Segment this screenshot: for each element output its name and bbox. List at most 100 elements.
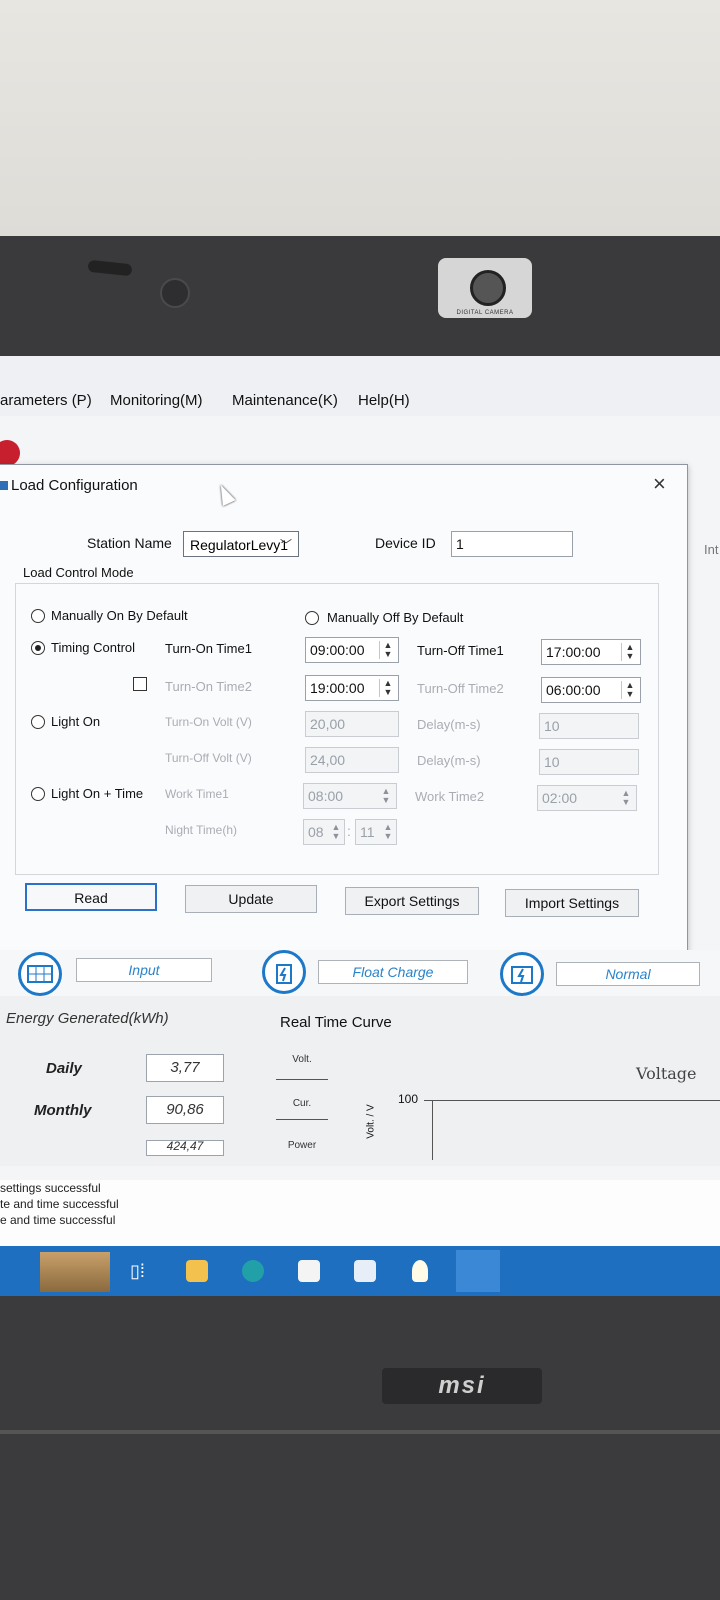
widgets-weather-icon[interactable] <box>40 1252 110 1292</box>
store-icon[interactable] <box>298 1260 320 1282</box>
yearly-value: 424,47 <box>146 1140 224 1156</box>
spin-updown-icon[interactable]: ▲ ▼ <box>621 681 638 699</box>
export-settings-button[interactable]: Export Settings <box>345 887 479 915</box>
spin-updown-icon[interactable]: ▲ ▼ <box>330 823 342 841</box>
daily-value: 3,77 <box>146 1054 224 1082</box>
time2-checkbox[interactable] <box>133 677 147 691</box>
work-time1-input[interactable]: 08:00 ▲ ▼ <box>303 783 397 809</box>
import-settings-button[interactable]: Import Settings <box>505 889 639 917</box>
menu-help[interactable]: Help(H) <box>358 392 410 409</box>
volt-tab[interactable]: Volt. <box>276 1054 328 1080</box>
update-button[interactable]: Update <box>185 885 317 913</box>
spin-updown-icon[interactable]: ▲ ▼ <box>621 643 638 661</box>
voltage-legend: Voltage <box>636 1064 697 1083</box>
dialog-app-icon <box>0 481 8 490</box>
night-time-separator: : <box>347 823 351 839</box>
turn-on-time2-value: 19:00:00 <box>310 680 365 696</box>
solar-panel-icon <box>18 952 62 996</box>
task-view-icon[interactable]: ▯⁞ <box>130 1260 152 1282</box>
work-time2-value: 02:00 <box>542 790 578 806</box>
energy-panel: Energy Generated(kWh) Daily 3,77 Monthly… <box>0 996 720 1166</box>
camera-label: DIGITAL CAMERA <box>456 310 514 316</box>
manual-on-label: Manually On By Default <box>51 608 188 623</box>
tips-lightbulb-icon[interactable] <box>412 1260 428 1282</box>
digital-camera: DIGITAL CAMERA <box>438 258 532 318</box>
log-panel: settings successful te and time successf… <box>0 1180 720 1250</box>
log-line: e and time successful <box>0 1213 116 1227</box>
y-tick-100: 100 <box>398 1092 419 1106</box>
delay2-input[interactable]: 10 <box>539 749 639 775</box>
work-time2-input[interactable]: 02:00 ▲ ▼ <box>537 785 637 811</box>
turn-off-time2-input[interactable]: 06:00:00 ▲ ▼ <box>541 677 641 703</box>
turn-off-volt-input[interactable]: 24,00 <box>305 747 399 773</box>
turn-on-time1-value: 09:00:00 <box>310 642 365 658</box>
timing-control-radio[interactable] <box>31 641 45 655</box>
night-minutes-input[interactable]: 11 ▲ ▼ <box>355 819 397 845</box>
edge-browser-icon[interactable] <box>242 1260 264 1282</box>
light-on-label: Light On <box>51 714 101 729</box>
turn-on-time2-input[interactable]: 19:00:00 ▲ ▼ <box>305 675 399 701</box>
chevron-down-icon: ﹀ <box>279 538 292 552</box>
turn-off-time1-value: 17:00:00 <box>546 644 601 660</box>
spin-updown-icon[interactable]: ▲ ▼ <box>382 823 394 841</box>
device-id-label: Device ID <box>375 535 436 551</box>
spin-updown-icon[interactable]: ▲ ▼ <box>618 789 634 807</box>
spin-updown-icon[interactable]: ▲ ▼ <box>379 641 396 659</box>
night-time-label: Night Time(h) <box>165 823 238 837</box>
input-status-box: Input <box>76 958 212 982</box>
turn-on-volt-label: Turn-On Volt (V) <box>165 715 252 729</box>
close-icon[interactable]: × <box>653 471 666 497</box>
manual-off-radio[interactable] <box>305 611 319 625</box>
microphone-hole <box>160 278 190 308</box>
laptop-bottom-bezel <box>0 1296 720 1600</box>
current-tab[interactable]: Cur. <box>276 1098 328 1120</box>
charge-controller-icon <box>262 950 306 994</box>
delay2-label: Delay(m-s) <box>417 753 481 768</box>
station-name-select[interactable]: RegulatorLevy1 ﹀ <box>183 531 299 557</box>
menu-monitoring[interactable]: Monitoring(M) <box>110 392 203 409</box>
turn-off-time1-input[interactable]: 17:00:00 ▲ ▼ <box>541 639 641 665</box>
background-label-peek: Int <box>704 542 719 557</box>
light-on-radio[interactable] <box>31 715 45 729</box>
delay1-label: Delay(m-s) <box>417 717 481 732</box>
work-time1-value: 08:00 <box>308 788 344 804</box>
light-on-time-label: Light On + Time <box>51 786 144 801</box>
light-on-time-radio[interactable] <box>31 787 45 801</box>
turn-on-volt-input[interactable]: 20,00 <box>305 711 399 737</box>
menu-maintenance[interactable]: Maintenance(K) <box>232 392 338 409</box>
file-explorer-icon[interactable] <box>186 1260 208 1282</box>
work-time2-label: Work Time2 <box>415 789 485 804</box>
read-button[interactable]: Read <box>25 883 157 911</box>
spin-updown-icon[interactable]: ▲ ▼ <box>379 679 396 697</box>
night-hours-input[interactable]: 08 ▲ ▼ <box>303 819 345 845</box>
delay1-input[interactable]: 10 <box>539 713 639 739</box>
wall-background <box>0 0 720 240</box>
screen: arameters (P) Monitoring(M) Maintenance(… <box>0 356 720 1324</box>
turn-off-time1-label: Turn-Off Time1 <box>417 643 504 658</box>
mail-icon[interactable] <box>354 1260 376 1282</box>
turn-on-time1-input[interactable]: 09:00:00 ▲ ▼ <box>305 637 399 663</box>
turn-on-time1-label: Turn-On Time1 <box>165 641 252 656</box>
menu-parameters[interactable]: arameters (P) <box>0 392 92 409</box>
plot-top-line <box>424 1100 720 1101</box>
monthly-label: Monthly <box>34 1102 92 1119</box>
dialog-title: Load Configuration <box>11 477 138 494</box>
turn-off-volt-label: Turn-Off Volt (V) <box>165 751 252 765</box>
device-id-input[interactable]: 1 <box>451 531 573 557</box>
turn-off-time2-label: Turn-Off Time2 <box>417 681 504 696</box>
spin-updown-icon[interactable]: ▲ ▼ <box>378 787 394 805</box>
active-app-icon[interactable] <box>456 1250 500 1292</box>
app-logo-icon <box>0 440 20 466</box>
manual-off-label: Manually Off By Default <box>327 610 464 625</box>
battery-icon <box>500 952 544 996</box>
power-tab[interactable]: Power <box>276 1140 328 1151</box>
y-axis-line <box>432 1100 433 1160</box>
laptop-top-bezel <box>0 236 720 356</box>
log-line: te and time successful <box>0 1197 119 1211</box>
normal-status-box: Normal <box>556 962 700 986</box>
log-line: settings successful <box>0 1181 101 1195</box>
manual-on-radio[interactable] <box>31 609 45 623</box>
real-time-curve-title: Real Time Curve <box>280 1014 392 1031</box>
monthly-value: 90,86 <box>146 1096 224 1124</box>
night-hours-value: 08 <box>308 824 324 840</box>
